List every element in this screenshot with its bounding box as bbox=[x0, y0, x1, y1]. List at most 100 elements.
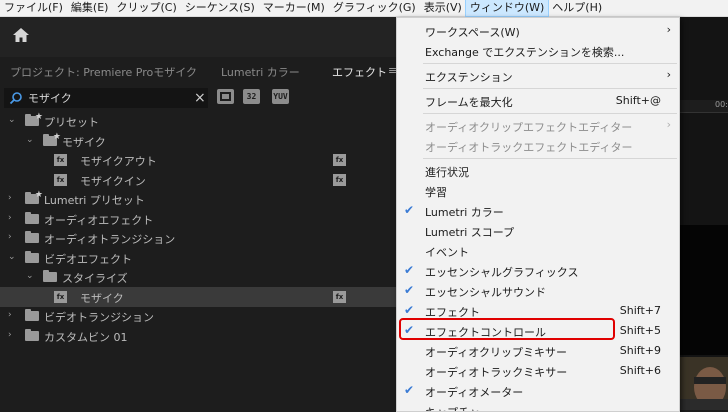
menu-item-label: イベント bbox=[425, 246, 469, 259]
window-menu-item[interactable]: イベント bbox=[397, 241, 679, 261]
accelerated-effect-icon: fx bbox=[333, 173, 346, 186]
tree-row[interactable]: ⌄ スタイライズ bbox=[0, 267, 396, 287]
tree-row[interactable]: fx モザイクアウト fx bbox=[0, 150, 396, 170]
chevron-right-icon[interactable]: › bbox=[8, 330, 12, 340]
tab-effects[interactable]: エフェクト bbox=[332, 64, 387, 80]
window-menu-item[interactable]: エクステンション › bbox=[397, 66, 679, 86]
tree-row[interactable]: › カスタムビン 01 bbox=[0, 326, 396, 346]
checkmark-icon: ✔ bbox=[404, 283, 415, 297]
tree-row[interactable]: › ビデオトランジション bbox=[0, 306, 396, 326]
chevron-right-icon[interactable]: › bbox=[8, 232, 12, 242]
tab-project[interactable]: プロジェクト: Premiere Proモザイク bbox=[10, 64, 197, 80]
tree-row[interactable]: fx モザイクイン fx bbox=[0, 170, 396, 190]
window-menu-item[interactable]: Exchange でエクステンションを検索... bbox=[397, 41, 679, 61]
menu-separator bbox=[423, 63, 677, 64]
tree-row-label: モザイクアウト bbox=[80, 155, 157, 168]
tab-lumetri-color[interactable]: Lumetri カラー bbox=[221, 64, 300, 80]
ruler-label: 00:0 bbox=[715, 100, 728, 109]
submenu-arrow-icon: › bbox=[666, 118, 671, 131]
yuv-filter-icon[interactable]: YUV bbox=[272, 89, 289, 104]
annotation-highlight-box bbox=[399, 318, 615, 340]
tree-row[interactable]: ⌄ ビデオエフェクト bbox=[0, 248, 396, 268]
menu-item-label: オーディオトラックミキサー bbox=[425, 366, 568, 379]
tree-row[interactable]: › オーディオトランジション bbox=[0, 228, 396, 248]
chevron-right-icon[interactable]: › bbox=[8, 213, 12, 223]
window-menu-item: オーディオクリップエフェクトエディター › bbox=[397, 116, 679, 136]
window-menu-item[interactable]: フレームを最大化 Shift+@ bbox=[397, 91, 679, 111]
preset-folder-icon: ★ bbox=[25, 190, 43, 204]
tree-row-label: カスタムビン 01 bbox=[44, 330, 128, 344]
video-preview bbox=[679, 225, 728, 355]
menubar-item-1[interactable]: 編集(E) bbox=[67, 0, 113, 16]
tree-row-label: モザイク bbox=[62, 135, 106, 149]
folder-icon bbox=[43, 270, 57, 282]
menu-item-label: ワークスペース(W) bbox=[425, 26, 520, 39]
menu-item-label: オーディオクリップミキサー bbox=[425, 346, 568, 359]
search-input[interactable] bbox=[28, 89, 188, 107]
menu-item-label: オーディオトラックエフェクトエディター bbox=[425, 141, 633, 154]
window-menu-item[interactable]: オーディオクリップミキサー Shift+9 bbox=[397, 341, 679, 361]
checkmark-icon: ✔ bbox=[404, 383, 415, 397]
tree-row[interactable]: › ★ Lumetri プリセット bbox=[0, 189, 396, 209]
timeline-ruler: 00:0 bbox=[679, 100, 728, 113]
window-menu-item[interactable]: ✔ エッセンシャルサウンド bbox=[397, 281, 679, 301]
menu-separator bbox=[423, 113, 677, 114]
chevron-right-icon[interactable]: › bbox=[8, 310, 12, 320]
accelerated-effect-icon: fx bbox=[333, 154, 346, 166]
window-menu-item: オーディオトラックエフェクトエディター bbox=[397, 136, 679, 156]
tree-row-label: オーディオエフェクト bbox=[44, 213, 154, 227]
folder-icon bbox=[25, 231, 39, 243]
checkmark-icon: ✔ bbox=[404, 303, 415, 317]
preset-icon: fx bbox=[54, 154, 67, 166]
window-menu-item[interactable]: オーディオトラックミキサー Shift+6 bbox=[397, 361, 679, 381]
chevron-down-icon[interactable]: ⌄ bbox=[8, 115, 16, 125]
menu-item-label: エッセンシャルグラフィックス bbox=[425, 266, 579, 279]
chevron-down-icon[interactable]: ⌄ bbox=[26, 135, 34, 145]
window-menu-item[interactable]: 進行状況 bbox=[397, 161, 679, 181]
menu-item-label: フレームを最大化 bbox=[425, 96, 513, 109]
tree-row[interactable]: ⌄ ★ プリセット bbox=[0, 111, 396, 131]
tree-row-label: プリセット bbox=[44, 116, 99, 129]
window-menu-item[interactable]: Lumetri スコープ bbox=[397, 221, 679, 241]
menu-item-label: Lumetri カラー bbox=[425, 206, 504, 219]
tree-row[interactable]: ⌄ ★ モザイク bbox=[0, 131, 396, 151]
window-menu-item[interactable]: ✔ エッセンシャルグラフィックス bbox=[397, 261, 679, 281]
menu-item-shortcut: Shift+7 bbox=[619, 304, 661, 317]
preset-folder-icon: ★ bbox=[43, 132, 61, 146]
tree-row-label: オーディオトランジション bbox=[44, 233, 176, 246]
menu-item-label: 学習 bbox=[425, 186, 447, 199]
accelerated-effect-icon: fx bbox=[333, 290, 346, 303]
menu-item-label: キャプチャ bbox=[425, 404, 480, 411]
menubar-item-4[interactable]: マーカー(M) bbox=[259, 0, 329, 16]
video-thumbnail bbox=[680, 357, 728, 410]
tree-row-label: スタイライズ bbox=[62, 272, 128, 285]
menubar-item-3[interactable]: シーケンス(S) bbox=[181, 0, 259, 16]
menubar-item-5[interactable]: グラフィック(G) bbox=[329, 0, 420, 16]
preset-icon: fx bbox=[54, 173, 67, 186]
menu-item-label: オーディオクリップエフェクトエディター bbox=[425, 121, 633, 134]
window-menu-item[interactable]: キャプチャ bbox=[397, 401, 679, 411]
menubar-item-8[interactable]: ヘルプ(H) bbox=[548, 0, 606, 16]
menubar-item-0[interactable]: ファイル(F) bbox=[0, 0, 67, 16]
window-menu-item[interactable]: ✔ Lumetri カラー bbox=[397, 201, 679, 221]
accelerated-effects-filter-icon[interactable] bbox=[217, 89, 234, 104]
window-menu-item[interactable]: ワークスペース(W) › bbox=[397, 21, 679, 41]
clear-search-icon[interactable]: × bbox=[194, 90, 206, 106]
tree-row-label: モザイクイン bbox=[80, 174, 146, 188]
window-menu-item[interactable]: ✔ オーディオメーター bbox=[397, 381, 679, 401]
menubar-item-6[interactable]: 表示(V) bbox=[420, 0, 466, 16]
checkmark-icon: ✔ bbox=[404, 203, 415, 217]
home-icon[interactable] bbox=[12, 27, 30, 46]
window-menu-item[interactable]: 学習 bbox=[397, 181, 679, 201]
tree-row[interactable]: fx モザイク fx bbox=[0, 286, 396, 307]
32bit-filter-icon[interactable]: 32 bbox=[243, 89, 260, 104]
menu-item-label: エクステンション bbox=[425, 71, 513, 84]
tree-row[interactable]: › オーディオエフェクト bbox=[0, 209, 396, 229]
menubar-item-2[interactable]: クリップ(C) bbox=[112, 0, 180, 16]
menu-item-label: 進行状況 bbox=[425, 166, 469, 179]
search-box: × bbox=[4, 88, 208, 108]
chevron-right-icon[interactable]: › bbox=[8, 193, 12, 203]
chevron-down-icon[interactable]: ⌄ bbox=[8, 252, 16, 262]
chevron-down-icon[interactable]: ⌄ bbox=[26, 271, 34, 281]
menubar-item-7[interactable]: ウィンドウ(W) bbox=[464, 0, 550, 17]
